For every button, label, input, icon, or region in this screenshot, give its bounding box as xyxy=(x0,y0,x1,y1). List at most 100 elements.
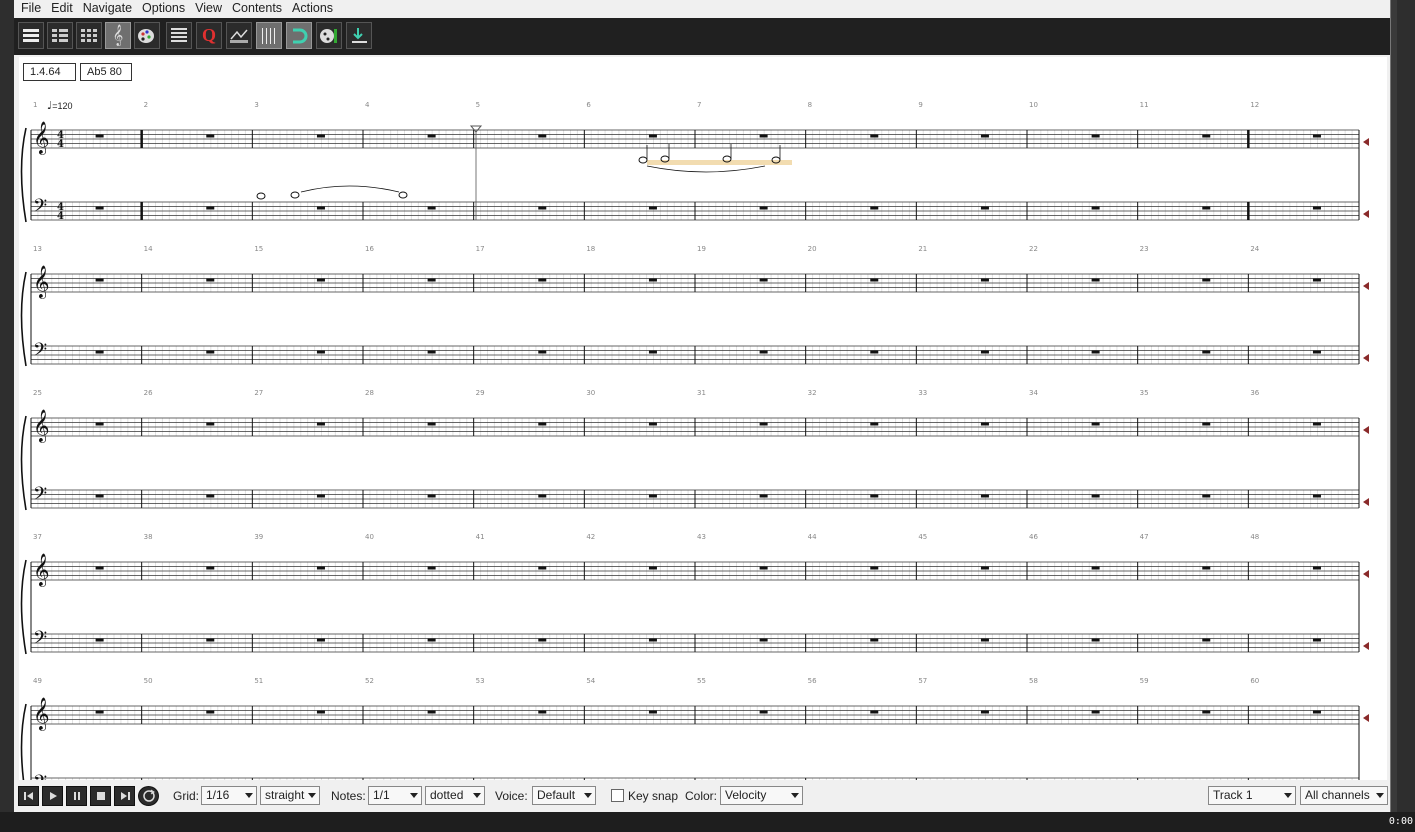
whole-rest xyxy=(1091,350,1100,354)
measure-number: 30 xyxy=(586,389,595,397)
color-select[interactable]: Velocity xyxy=(720,786,803,805)
whole-rest xyxy=(1312,494,1321,498)
measure-number: 60 xyxy=(1250,677,1259,685)
page-view-icon[interactable] xyxy=(18,22,44,49)
notes-mode-select[interactable]: dotted xyxy=(425,786,485,805)
whole-rest xyxy=(1091,710,1100,714)
measure-number: 54 xyxy=(586,677,595,685)
whole-rest xyxy=(1202,422,1211,426)
measure-number: 11 xyxy=(1140,101,1149,109)
chevron-down-icon xyxy=(473,793,481,798)
whole-rest xyxy=(95,494,104,498)
measure-number: 15 xyxy=(254,245,263,253)
notes-mode-value: dotted xyxy=(430,788,464,802)
whole-rest xyxy=(538,710,547,714)
playhead-marker xyxy=(469,125,483,133)
whole-rest xyxy=(1312,566,1321,570)
whole-rest xyxy=(980,638,989,642)
track-marker xyxy=(1363,282,1369,290)
menu-file[interactable]: File xyxy=(14,0,46,16)
note-head xyxy=(256,192,266,200)
forward-button[interactable] xyxy=(114,786,135,806)
measure-number: 35 xyxy=(1140,389,1149,397)
whole-rest xyxy=(1312,278,1321,282)
whole-rest xyxy=(648,422,657,426)
whole-rest xyxy=(759,494,768,498)
treble-clef-icon[interactable]: 𝄞 xyxy=(105,22,131,49)
magnet-icon[interactable] xyxy=(286,22,312,49)
whole-rest xyxy=(759,134,768,138)
score-staves: 𝄞 44𝄢 441 2 3 4 5 6 7 8 9 10 11 12𝄞𝄢13 14 15 16 17 18 19 20 2… xyxy=(20,101,1369,780)
whole-rest xyxy=(648,350,657,354)
notes-select[interactable]: 1/1 xyxy=(368,786,422,805)
whole-rest xyxy=(95,206,104,210)
menu-navigate[interactable]: Navigate xyxy=(78,0,137,16)
measure-number: 32 xyxy=(808,389,817,397)
measure-number: 5 xyxy=(476,101,480,109)
loop-button[interactable] xyxy=(138,786,159,806)
measure-number: 50 xyxy=(144,677,153,685)
voice-select[interactable]: Default xyxy=(532,786,596,805)
system-brace xyxy=(20,127,27,223)
grid-view-icon[interactable] xyxy=(76,22,102,49)
whole-rest xyxy=(427,494,436,498)
note-head xyxy=(290,191,300,199)
measure-number: 13 xyxy=(33,245,42,253)
system-brace xyxy=(20,271,27,367)
whole-rest xyxy=(1312,710,1321,714)
color-palette-icon[interactable] xyxy=(316,22,342,49)
chevron-down-icon xyxy=(245,793,253,798)
measure-number: 38 xyxy=(144,533,153,541)
whole-rest xyxy=(538,350,547,354)
tempo-value: =120 xyxy=(52,101,73,111)
whole-rest xyxy=(206,566,215,570)
measure-number: 18 xyxy=(586,245,595,253)
whole-rest xyxy=(759,206,768,210)
score-view-icon[interactable] xyxy=(47,22,73,49)
menu-edit[interactable]: Edit xyxy=(46,0,78,16)
whole-rest xyxy=(206,494,215,498)
measure-number: 22 xyxy=(1029,245,1038,253)
chevron-down-icon xyxy=(1376,793,1384,798)
whole-rest xyxy=(980,134,989,138)
whole-rest xyxy=(538,638,547,642)
insert-icon[interactable] xyxy=(346,22,372,49)
whole-rest xyxy=(980,206,989,210)
channels-select[interactable]: All channels xyxy=(1300,786,1388,805)
measure-number: 40 xyxy=(365,533,374,541)
measure-number: 23 xyxy=(1140,245,1149,253)
track-select[interactable]: Track 1 xyxy=(1208,786,1296,805)
whole-rest xyxy=(1091,566,1100,570)
grid-mode-select[interactable]: straight xyxy=(260,786,320,805)
play-button[interactable] xyxy=(42,786,63,806)
track-select-value: Track 1 xyxy=(1213,788,1253,802)
quantize-icon[interactable]: Q xyxy=(196,22,222,49)
track-marker xyxy=(1363,642,1369,650)
menu-contents[interactable]: Contents xyxy=(227,0,287,16)
score-area[interactable]: 1.4.64 Ab5 80 𝄞 4 4 𝄢 4 4 1 2 3 4 5 6 7 8 9 10 11 12 𝄞 𝄢 13 1… xyxy=(19,57,1387,780)
bass-clef: 𝄢 xyxy=(33,340,47,365)
menu-actions[interactable]: Actions xyxy=(287,0,338,16)
key-snap-checkbox[interactable] xyxy=(611,789,624,802)
rewind-button[interactable] xyxy=(18,786,39,806)
stop-button[interactable] xyxy=(90,786,111,806)
palette-icon[interactable] xyxy=(134,22,160,49)
dotted-grid-icon[interactable] xyxy=(256,22,282,49)
whole-rest xyxy=(1202,350,1211,354)
pause-button[interactable] xyxy=(66,786,87,806)
measure-number: 49 xyxy=(33,677,42,685)
measure-number: 33 xyxy=(918,389,927,397)
clock-display: 0:00 xyxy=(1388,816,1413,827)
system-brace xyxy=(20,415,27,511)
menu-options[interactable]: Options xyxy=(137,0,190,16)
menu-view[interactable]: View xyxy=(190,0,227,16)
transform-icon[interactable] xyxy=(226,22,252,49)
measure-number: 42 xyxy=(586,533,595,541)
whole-rest xyxy=(206,134,215,138)
time-signature-bottom: 4 xyxy=(57,139,64,150)
measure-number: 45 xyxy=(918,533,927,541)
voice-select-value: Default xyxy=(537,788,576,802)
chevron-down-icon xyxy=(584,793,592,798)
event-list-icon[interactable] xyxy=(166,22,192,49)
grid-select[interactable]: 1/16 xyxy=(201,786,257,805)
